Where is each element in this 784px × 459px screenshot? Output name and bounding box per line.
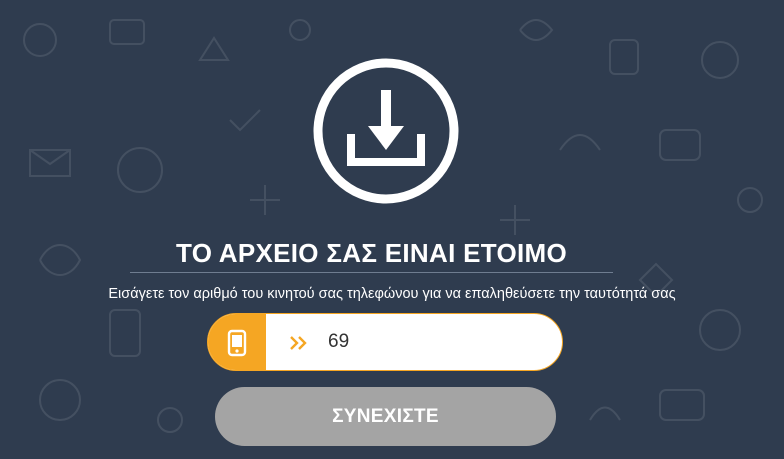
double-chevron-right-icon — [290, 336, 307, 350]
instructions-text: Εισάγετε τον αριθμό του κινητού σας τηλε… — [108, 286, 676, 302]
title-divider — [130, 272, 613, 273]
phone-number-field[interactable] — [207, 313, 563, 371]
page-title: ΤΟ ΑΡΧΕΙΟ ΣΑΣ ΕΙΝΑΙ ΕΤΟΙΜΟ — [175, 238, 568, 268]
phone-number-input[interactable] — [328, 314, 548, 370]
continue-button[interactable]: ΣΥΝΕΧΙΣΤΕ — [215, 387, 556, 446]
mobile-phone-icon — [227, 329, 247, 357]
download-icon — [313, 58, 459, 204]
phone-icon-box — [208, 314, 266, 370]
